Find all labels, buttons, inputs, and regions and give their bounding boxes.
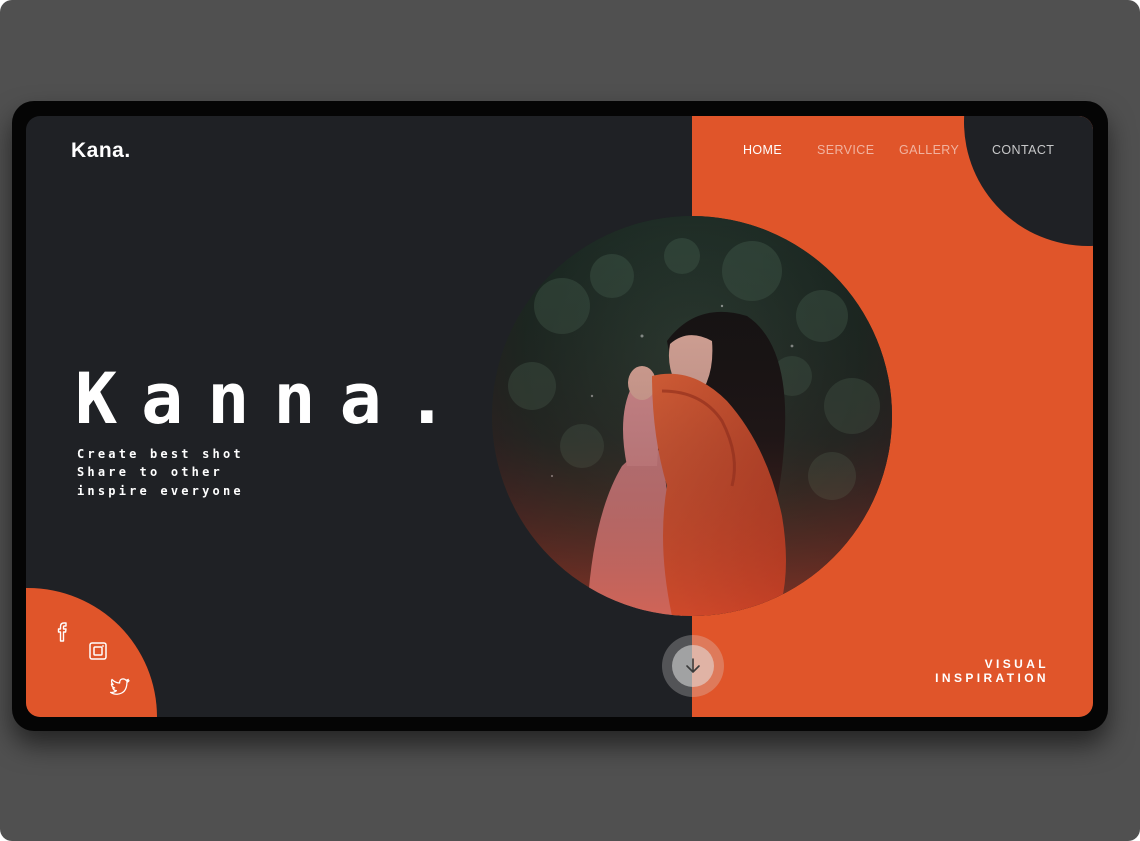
tagline-line-3: inspire everyone — [77, 484, 244, 498]
photo-illustration — [492, 216, 892, 616]
tagline-line-2: Share to other — [77, 465, 223, 479]
hero-photo — [492, 216, 892, 616]
nav-contact[interactable]: CONTACT — [992, 143, 1054, 157]
brand-logo[interactable]: Kana. — [71, 139, 131, 163]
arrow-down-icon — [686, 658, 700, 673]
instagram-icon[interactable] — [88, 641, 108, 666]
nav-home[interactable]: HOME — [743, 143, 782, 157]
nav-service[interactable]: SERVICE — [817, 143, 874, 157]
nav-gallery[interactable]: GALLERY — [899, 143, 959, 157]
twitter-icon[interactable] — [109, 678, 131, 701]
scroll-down-button[interactable] — [662, 635, 724, 697]
tagline-line-1: Create best shot — [77, 447, 244, 461]
inspiration-label: INSPIRATION — [935, 671, 1049, 685]
facebook-icon[interactable] — [56, 621, 68, 648]
mockup-background: Kana. HOME SERVICE GALLERY CONTACT Kanna… — [0, 0, 1140, 841]
landing-page: Kana. HOME SERVICE GALLERY CONTACT Kanna… — [26, 116, 1093, 717]
scroll-down-inner[interactable] — [672, 645, 714, 687]
hero-title: Kanna. — [75, 358, 472, 440]
device-frame: Kana. HOME SERVICE GALLERY CONTACT Kanna… — [12, 101, 1108, 731]
visual-label: VISUAL — [984, 657, 1049, 671]
